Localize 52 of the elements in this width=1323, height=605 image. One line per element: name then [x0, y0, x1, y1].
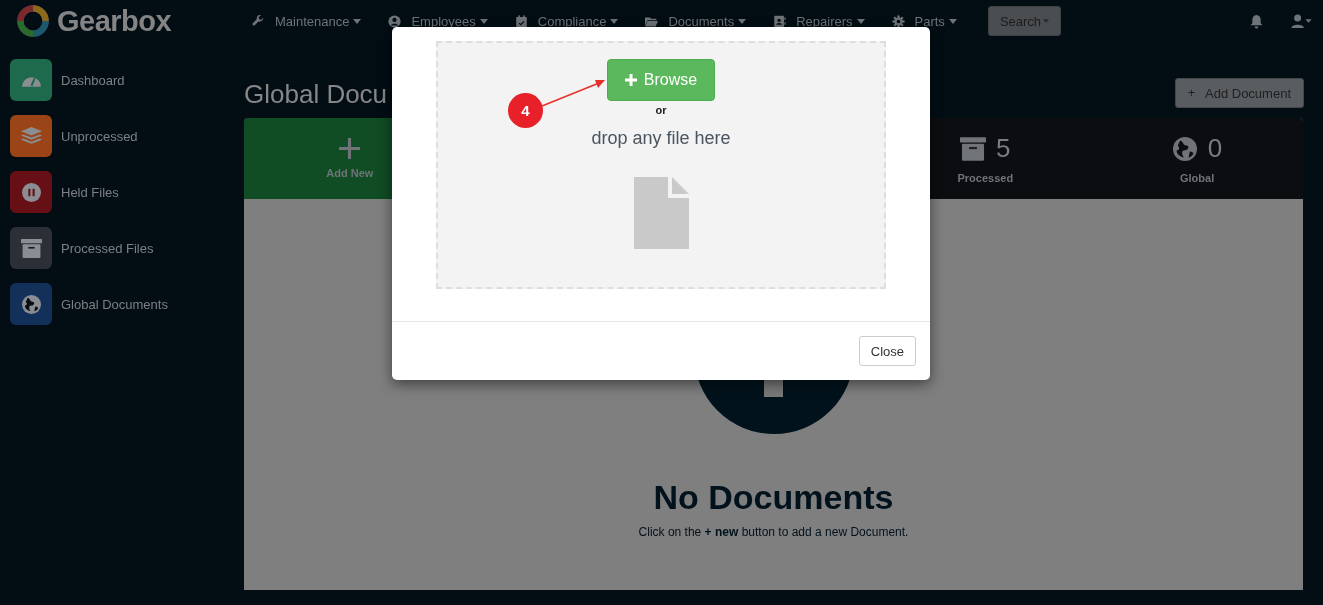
- page-title: Global Docu: [244, 77, 388, 110]
- annotation-arrow: [541, 78, 607, 108]
- or-label: or: [655, 104, 667, 116]
- drop-hint: drop any file here: [591, 128, 731, 149]
- notification-bell-icon[interactable]: [1250, 13, 1263, 29]
- stat-count: 5: [996, 133, 1011, 164]
- layers-icon: [20, 126, 42, 146]
- sidebar-item[interactable]: Processed Files: [10, 227, 244, 269]
- empty-state-title: No Documents: [653, 478, 894, 517]
- user-menu-icon[interactable]: [1291, 14, 1313, 28]
- archive-box-icon: [960, 136, 987, 161]
- app-logo-text[interactable]: Gearbox: [57, 4, 172, 38]
- browse-button[interactable]: Browse: [607, 59, 715, 101]
- file-icon: [633, 177, 689, 249]
- sidebar-item[interactable]: Held Files: [10, 171, 244, 213]
- logo-icon: [15, 3, 51, 39]
- stat-label: Processed: [957, 172, 1014, 184]
- caret-icon: [856, 18, 865, 24]
- sidebar-item-label: Processed Files: [61, 240, 154, 256]
- pause-icon: [20, 182, 42, 202]
- sidebar-item-label: Global Documents: [61, 296, 168, 312]
- plus-icon: [624, 74, 637, 86]
- add-document-button[interactable]: + Add Document: [1175, 78, 1304, 108]
- nav-menu-item[interactable]: Documents: [643, 13, 758, 29]
- sidebar-item[interactable]: Unprocessed: [10, 115, 244, 157]
- caret-icon: [610, 18, 619, 24]
- stat-label: Global: [1179, 172, 1215, 184]
- caret-icon: [738, 18, 747, 24]
- sidebar-item[interactable]: Global Documents: [10, 283, 244, 325]
- contact-card-icon: [773, 14, 787, 28]
- wrench-icon: [252, 14, 265, 28]
- stat-count: 0: [1207, 133, 1223, 164]
- globe-icon: [1171, 136, 1198, 161]
- caret-icon: [353, 18, 362, 24]
- sidebar-item-label: Held Files: [61, 184, 119, 200]
- nav-menu-item[interactable]: Maintenance: [250, 13, 373, 29]
- empty-state-message: Click on the + new button to add a new Document.: [638, 525, 909, 539]
- calendar-icon: [514, 14, 528, 28]
- plus-icon: [339, 138, 361, 159]
- person-icon: [388, 14, 402, 28]
- globe-icon: [20, 294, 42, 314]
- archive-box-icon: [20, 238, 42, 258]
- nav-menu-item[interactable]: Repairers: [771, 13, 876, 29]
- folder-icon: [645, 14, 659, 28]
- caret-icon: [479, 18, 488, 24]
- sidebar-item-label: Unprocessed: [61, 128, 138, 144]
- nav-menu-item[interactable]: Compliance: [512, 13, 630, 29]
- close-button[interactable]: Close: [858, 336, 916, 366]
- caret-icon: [948, 18, 957, 24]
- settings-icon: [891, 14, 905, 28]
- sidebar-item[interactable]: Dashboard: [10, 59, 244, 101]
- sidebar-item-label: Dashboard: [61, 72, 125, 88]
